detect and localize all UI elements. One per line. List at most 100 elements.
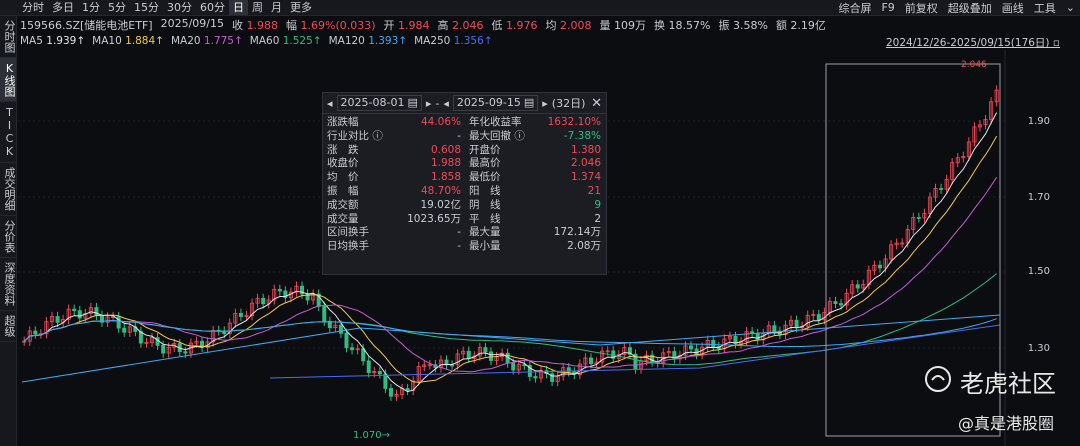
tab-8[interactable]: 周: [248, 0, 267, 15]
tab-0[interactable]: 分时: [18, 0, 48, 15]
candle-body: [400, 388, 405, 395]
candle-body: [511, 362, 516, 371]
toolbar-item-5[interactable]: 工具: [1029, 0, 1061, 16]
amount-field: 额 2.19亿: [775, 19, 826, 32]
end-date-field[interactable]: 2025-09-15 ▤: [452, 95, 539, 111]
candle-body: [405, 388, 410, 391]
candle-body: [177, 343, 182, 353]
avg-field: 均 2.008: [545, 19, 592, 32]
toolbar-item-1[interactable]: F9: [876, 1, 899, 14]
toolbar-right: 综合屏 F9 前复权 超级叠加 画线 工具 ⌄: [833, 0, 1080, 15]
candle-body: [894, 242, 899, 246]
candle-body: [933, 188, 938, 198]
prev-end-icon[interactable]: ◂: [443, 97, 449, 110]
candle-body: [927, 196, 932, 214]
sidebar-item-0[interactable]: 分时图: [0, 16, 16, 58]
sidebar-item-6[interactable]: 超级: [0, 311, 16, 342]
stat-row: 振 幅 48.70% 阳 线 21: [327, 184, 601, 197]
candle-body: [488, 351, 493, 361]
candle-body: [222, 330, 227, 335]
candle-body: [500, 352, 505, 358]
tiger-logo-icon: [924, 365, 952, 399]
candle-body: [427, 364, 432, 367]
candle-body: [111, 316, 116, 318]
ma-ma10: MA10 1.884↑: [92, 35, 164, 47]
candle-body: [116, 316, 121, 329]
sidebar-item-3[interactable]: 成交明细: [0, 163, 16, 216]
candle-body: [105, 316, 110, 323]
tab-10[interactable]: 更多: [286, 0, 316, 15]
collapse-icon[interactable]: ⌄: [1061, 1, 1080, 14]
candle-body: [783, 324, 788, 335]
candle-body: [38, 333, 43, 336]
y-tick-130: 1.30: [1027, 343, 1050, 354]
candle-body: [944, 179, 949, 190]
toolbar-item-4[interactable]: 画线: [997, 0, 1029, 16]
candle-body: [561, 367, 566, 377]
sidebar-item-1[interactable]: K线图: [0, 58, 16, 102]
stat-row: 区间换手 - 最大量 172.14万: [327, 226, 601, 239]
sidebar-item-2[interactable]: TICK: [0, 102, 16, 163]
tab-5[interactable]: 30分: [163, 0, 196, 15]
candle-body: [950, 162, 955, 180]
sidebar-item-5[interactable]: 深度资料: [0, 258, 16, 311]
candle-body: [77, 310, 82, 319]
candle-body: [600, 350, 605, 363]
change-field: 幅 1.69%(0.033): [286, 19, 376, 32]
days-count: (32日): [551, 97, 586, 110]
candle-body: [327, 320, 332, 329]
candle-body: [744, 331, 749, 342]
candle-body: [594, 361, 599, 365]
candle-body: [572, 371, 577, 375]
candle-body: [522, 364, 527, 367]
tab-2[interactable]: 1分: [78, 0, 104, 15]
candle-body: [422, 364, 427, 367]
toolbar-item-2[interactable]: 前复权: [900, 0, 943, 16]
start-date-field[interactable]: 2025-08-01 ▤: [336, 95, 422, 111]
next-end-icon[interactable]: ▸: [542, 97, 548, 110]
candle-body: [211, 329, 216, 343]
candle-body: [739, 341, 744, 345]
candle-body: [261, 297, 266, 305]
watermark-credit: @真是港股圈: [957, 414, 1054, 433]
candle-body: [227, 322, 232, 335]
candle-body: [566, 367, 571, 373]
candle-body: [611, 350, 616, 359]
tab-6[interactable]: 60分: [196, 0, 229, 15]
candle-body: [333, 324, 338, 329]
stat-row: 行业对比 ⓘ - 最大回撤 ⓘ -7.38%: [327, 129, 601, 142]
candle-body: [555, 375, 560, 382]
date-range-link[interactable]: 2024/12/26-2025/09/15(176日) ▫: [886, 35, 1060, 50]
tab-3[interactable]: 5分: [104, 0, 130, 15]
candle-body: [411, 380, 416, 391]
candle-body: [977, 124, 982, 128]
candle-body: [505, 352, 510, 364]
candle-body: [794, 319, 799, 329]
candle-body: [255, 297, 260, 304]
toolbar-item-3[interactable]: 超级叠加: [943, 0, 997, 16]
y-tick-190: 1.90: [1027, 116, 1050, 127]
candle-body: [233, 312, 238, 324]
candle-body: [294, 285, 299, 293]
candle-body: [622, 347, 627, 356]
candle-body: [300, 285, 305, 295]
next-start-icon[interactable]: ▸: [426, 97, 432, 110]
candle-body: [839, 303, 844, 306]
close-icon[interactable]: ✕: [591, 96, 602, 111]
candle-body: [388, 388, 393, 397]
prev-start-icon[interactable]: ◂: [327, 97, 333, 110]
y-tick-170: 1.70: [1027, 192, 1050, 203]
tab-4[interactable]: 15分: [130, 0, 163, 15]
toolbar-item-0[interactable]: 综合屏: [833, 0, 876, 16]
tab-7[interactable]: 日: [229, 0, 248, 15]
candle-body: [172, 343, 177, 348]
tab-9[interactable]: 月: [267, 0, 286, 15]
candle-body: [277, 288, 282, 292]
tab-1[interactable]: 多日: [48, 0, 78, 15]
sidebar-item-4[interactable]: 分价表: [0, 216, 16, 258]
candle-body: [344, 332, 349, 349]
candle-body: [305, 293, 310, 301]
candle-body: [194, 340, 199, 344]
candle-body: [766, 325, 771, 334]
candle-body: [433, 364, 438, 369]
